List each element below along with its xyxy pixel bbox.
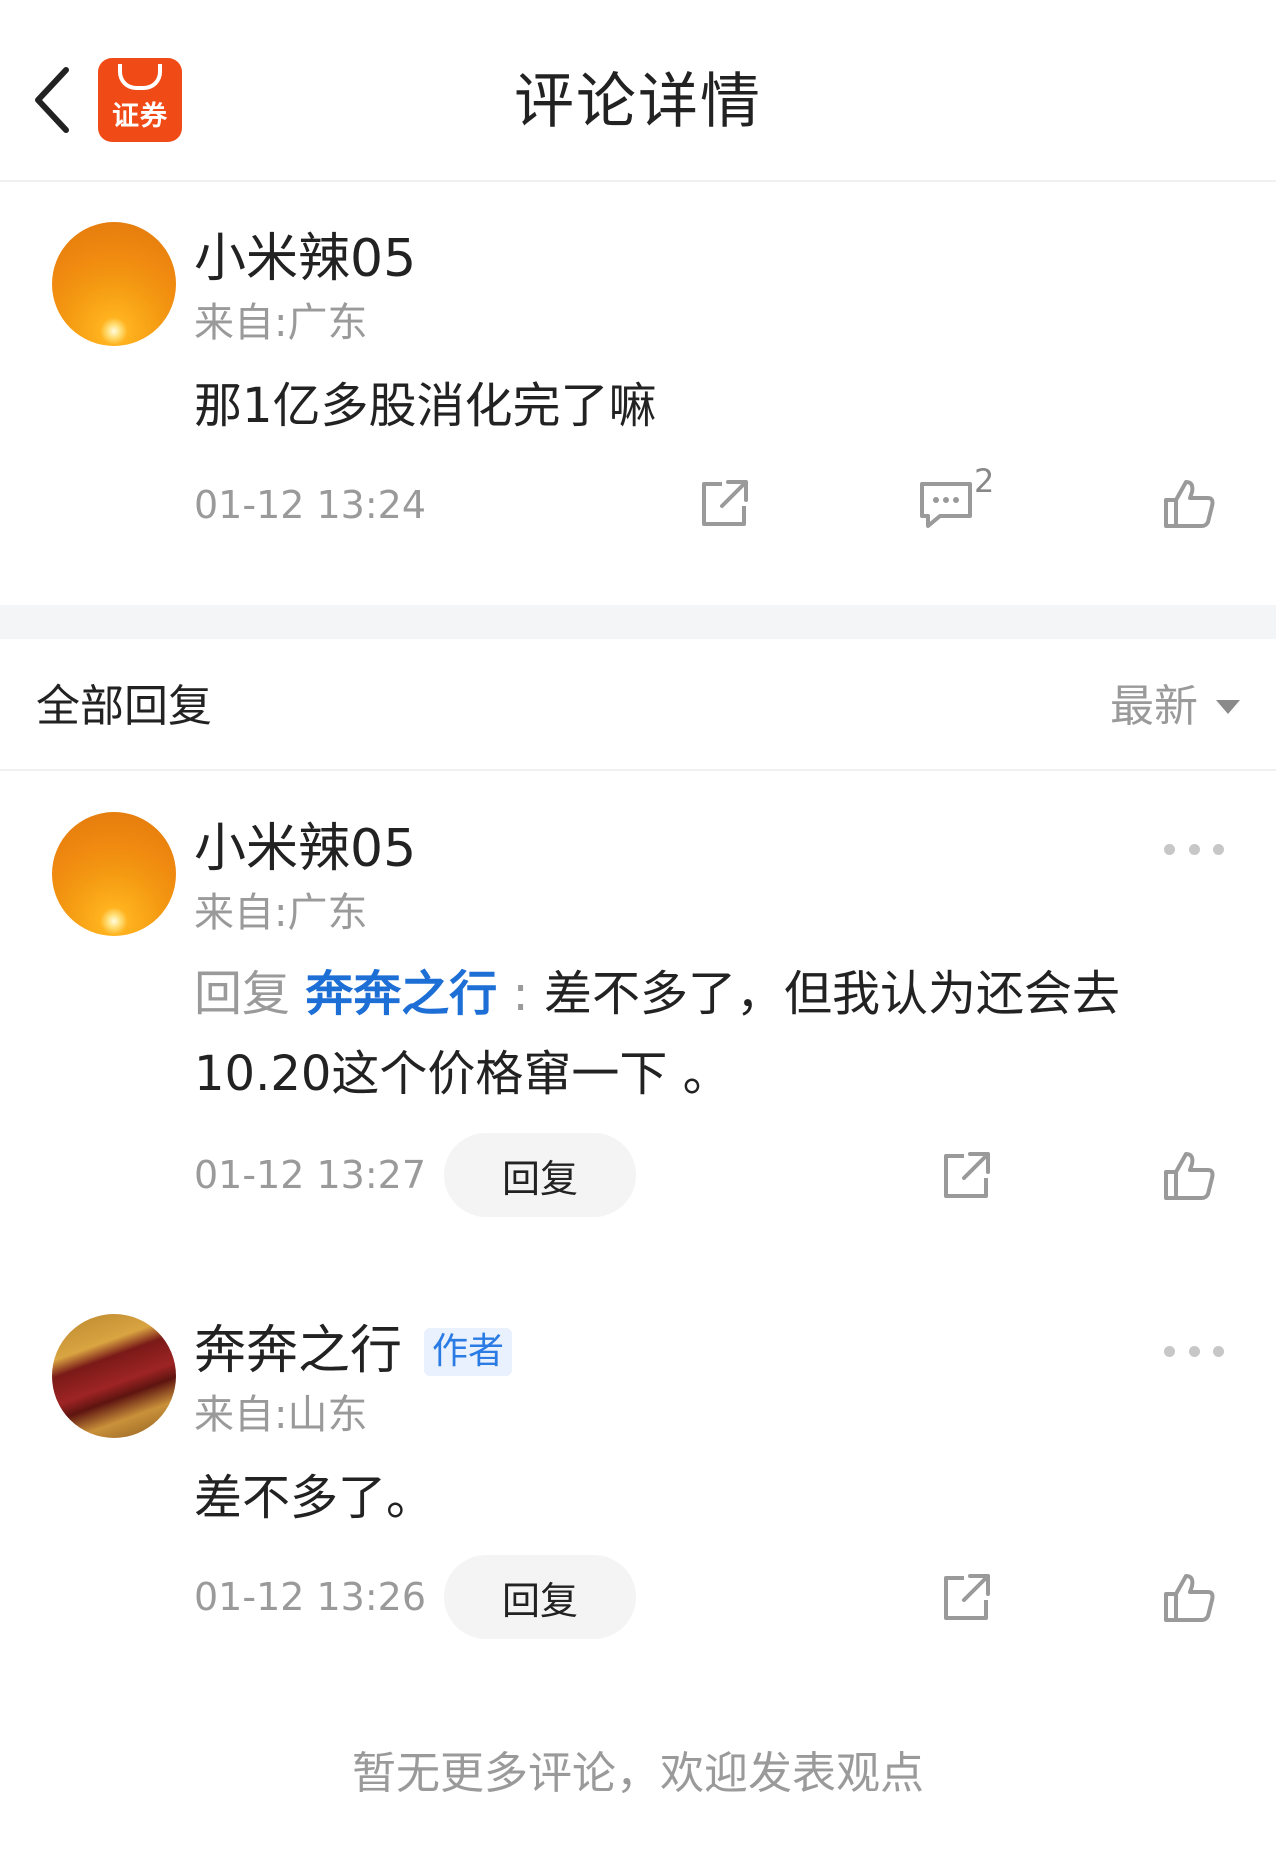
dot-icon <box>1188 843 1200 855</box>
share-button[interactable] <box>692 472 756 536</box>
sort-label: 最新 <box>1110 681 1198 732</box>
avatar[interactable] <box>52 1314 176 1438</box>
share-icon <box>944 1152 990 1198</box>
reply-location: 来自:广东 <box>194 890 368 936</box>
share-icon <box>702 480 748 526</box>
thumbs-up-icon <box>1164 1152 1215 1200</box>
thumbs-up-icon <box>1164 480 1215 528</box>
reply-username[interactable]: 奔奔之行 <box>194 1320 402 1382</box>
reply-text: 差不多了，但我认为还会去 <box>543 966 1120 1022</box>
comment-detail-page: 证券 评论详情 小米辣05 来自:广东 那1亿多股消化完了嘛 01-12 13:… <box>0 0 1276 1863</box>
page-title: 评论详情 <box>514 67 762 137</box>
reply-timestamp: 01-12 13:26 <box>194 1575 427 1619</box>
sort-dropdown[interactable]: 最新 <box>1110 679 1240 735</box>
replies-header: 全部回复 最新 <box>0 639 1276 771</box>
no-more-comments-note: 暂无更多评论，欢迎发表观点 <box>352 1748 924 1799</box>
reply-count-badge: 2 <box>974 462 995 500</box>
reply-separator: : <box>497 966 544 1022</box>
like-button[interactable] <box>1156 1566 1220 1630</box>
reply-timestamp: 01-12 13:27 <box>194 1153 427 1197</box>
mention-link[interactable]: 奔奔之行 <box>305 966 497 1022</box>
dot-icon <box>1164 843 1175 855</box>
replies-section-title: 全部回复 <box>36 681 212 732</box>
comment-location: 来自:广东 <box>194 300 368 346</box>
more-options-button[interactable] <box>1164 834 1224 864</box>
avatar[interactable] <box>52 812 176 936</box>
section-divider <box>0 605 1276 639</box>
comment-timestamp: 01-12 13:24 <box>194 483 427 527</box>
thumbs-up-icon <box>1164 1574 1215 1622</box>
share-button[interactable] <box>934 1144 998 1208</box>
reply-button[interactable]: 回复 <box>444 1555 636 1639</box>
reply-location: 来自:山东 <box>194 1392 368 1438</box>
reply-button[interactable]: 回复 <box>444 1133 636 1217</box>
like-button[interactable] <box>1156 1144 1220 1208</box>
reply-content-line: 回复 奔奔之行 : 差不多了，但我认为还会去 <box>194 954 1244 1034</box>
reply-prefix: 回复 <box>194 966 306 1022</box>
reply-content: 回复 奔奔之行 : 差不多了，但我认为还会去 10.20这个价格窜一下 。 <box>194 954 1244 1114</box>
share-icon <box>944 1574 990 1620</box>
comment-content: 那1亿多股消化完了嘛 <box>194 378 657 434</box>
caret-down-icon <box>1216 700 1240 714</box>
comment-username[interactable]: 小米辣05 <box>194 228 416 290</box>
dot-icon <box>1188 1345 1200 1357</box>
avatar[interactable] <box>52 222 176 346</box>
author-badge: 作者 <box>424 1328 513 1376</box>
reply-content-line: 10.20这个价格窜一下 。 <box>194 1046 731 1102</box>
reply-content: 差不多了。 <box>194 1470 435 1526</box>
more-options-button[interactable] <box>1164 1336 1224 1366</box>
comment-button[interactable] <box>914 472 978 536</box>
top-nav-bar: 证券 评论详情 <box>0 0 1276 182</box>
dot-icon <box>1213 1345 1224 1357</box>
dot-icon <box>1213 843 1224 855</box>
reply-username[interactable]: 小米辣05 <box>194 818 416 880</box>
dot-icon <box>1164 1345 1175 1357</box>
share-button[interactable] <box>934 1566 998 1630</box>
like-button[interactable] <box>1156 472 1220 536</box>
comment-icon <box>920 482 972 528</box>
